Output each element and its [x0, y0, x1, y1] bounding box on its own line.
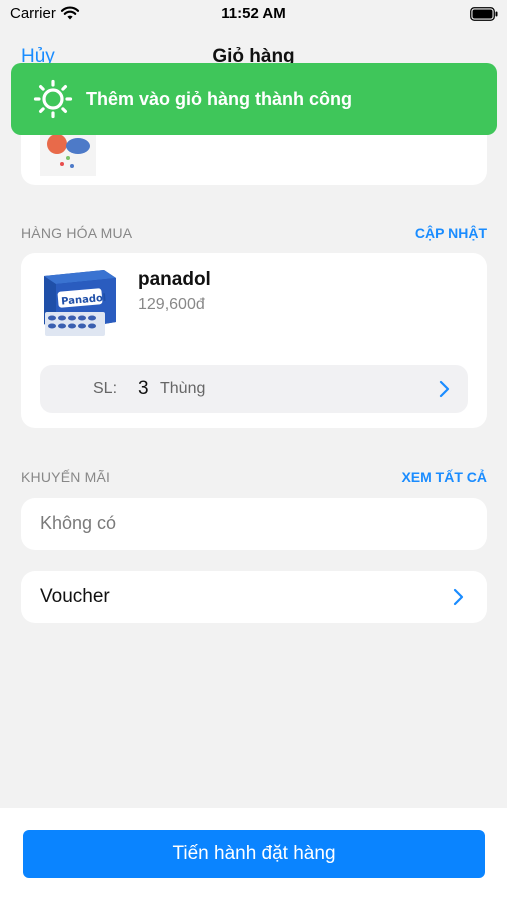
chevron-right-icon — [437, 380, 451, 398]
voucher-label: Voucher — [40, 586, 110, 607]
quantity-selector[interactable]: SL: 3 Thùng — [40, 365, 468, 413]
see-all-button[interactable]: XEM TẤT CẢ — [401, 469, 487, 485]
chevron-right-icon — [451, 588, 465, 606]
product-image: Panadol — [42, 268, 117, 338]
quantity-label: SL: — [93, 380, 118, 397]
promotion-value: Không có — [40, 513, 117, 533]
status-bar: Carrier 11:52 AM — [0, 0, 507, 30]
sun-icon — [33, 79, 73, 119]
battery-icon — [470, 7, 498, 21]
purchased-section-header: HÀNG HÓA MUA CẬP NHẬT — [21, 225, 487, 245]
quantity-value: 3 — [138, 378, 149, 399]
promotion-card[interactable]: Không có — [21, 498, 487, 550]
place-order-button[interactable]: Tiến hành đặt hàng — [23, 830, 485, 878]
promotion-section-header: KHUYẾN MÃI XEM TẤT CẢ — [21, 469, 487, 489]
clock-label: 11:52 AM — [221, 5, 286, 22]
toast-message: Thêm vào giỏ hàng thành công — [86, 89, 353, 109]
product-name: panadol — [138, 269, 211, 290]
purchased-section-title: HÀNG HÓA MUA — [21, 225, 133, 241]
checkout-bar: Tiến hành đặt hàng — [0, 808, 507, 900]
product-price: 129,600đ — [138, 296, 205, 313]
success-toast[interactable]: Thêm vào giỏ hàng thành công — [11, 63, 497, 135]
update-button[interactable]: CẬP NHẬT — [415, 225, 487, 241]
quantity-unit: Thùng — [160, 380, 206, 397]
voucher-row[interactable]: Voucher — [21, 571, 487, 623]
product-card[interactable]: Panadol panadol 129,600đ SL: 3 Thùng — [21, 253, 487, 428]
promotion-section-title: KHUYẾN MÃI — [21, 469, 111, 485]
